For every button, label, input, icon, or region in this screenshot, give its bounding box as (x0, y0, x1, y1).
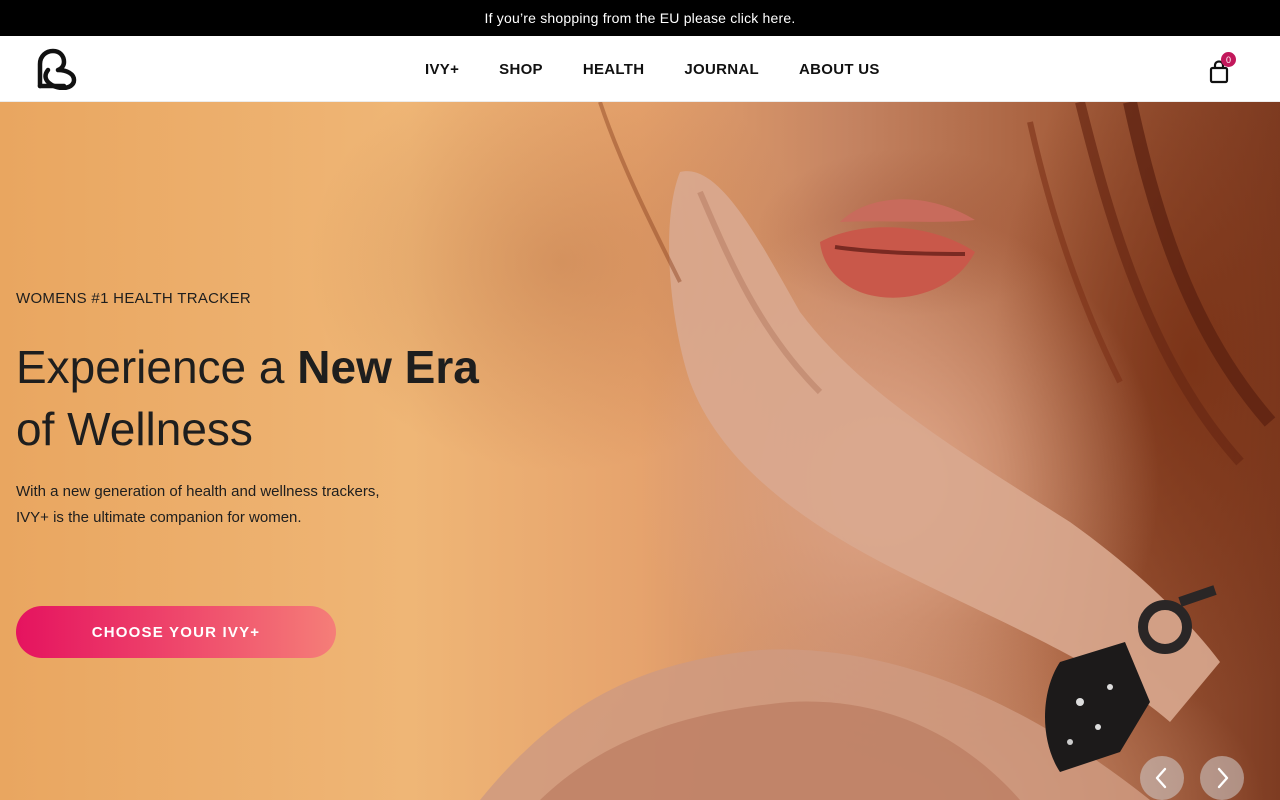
subtext-line-2: IVY+ is the ultimate companion for women… (16, 509, 302, 526)
cart-count-badge: 0 (1221, 52, 1236, 67)
carousel-next-button[interactable] (1200, 756, 1244, 800)
nav-ivy-plus[interactable]: IVY+ (405, 61, 479, 78)
hero-headline: Experience a New Era of Wellness (16, 336, 576, 460)
nav-about-us[interactable]: ABOUT US (779, 61, 900, 78)
headline-bold: New Era (297, 341, 479, 393)
hero-banner: WOMENS #1 HEALTH TRACKER Experience a Ne… (0, 102, 1280, 800)
headline-part-2: of Wellness (16, 403, 253, 455)
nav-shop[interactable]: SHOP (479, 61, 563, 78)
carousel-prev-button[interactable] (1140, 756, 1184, 800)
chevron-left-icon (1155, 767, 1167, 789)
headline-part-1: Experience a (16, 341, 298, 393)
nav-health[interactable]: HEALTH (563, 61, 665, 78)
hero-subtext: With a new generation of health and well… (16, 479, 436, 531)
cart-button[interactable]: 0 (1206, 52, 1238, 86)
eu-shopping-banner[interactable]: If you’re shopping from the EU please cl… (0, 0, 1280, 36)
ivy-logo-icon[interactable] (34, 48, 78, 91)
site-header: IVY+ SHOP HEALTH JOURNAL ABOUT US 0 (0, 36, 1280, 102)
choose-ivy-button[interactable]: CHOOSE YOUR IVY+ (16, 606, 336, 658)
hero-eyebrow: WOMENS #1 HEALTH TRACKER (16, 290, 252, 307)
eu-banner-text[interactable]: If you’re shopping from the EU please cl… (485, 10, 796, 26)
cta-label: CHOOSE YOUR IVY+ (91, 623, 261, 641)
main-nav: IVY+ SHOP HEALTH JOURNAL ABOUT US (405, 36, 900, 102)
chevron-right-icon (1217, 767, 1229, 789)
subtext-line-1: With a new generation of health and well… (16, 483, 380, 500)
nav-journal[interactable]: JOURNAL (664, 61, 779, 78)
